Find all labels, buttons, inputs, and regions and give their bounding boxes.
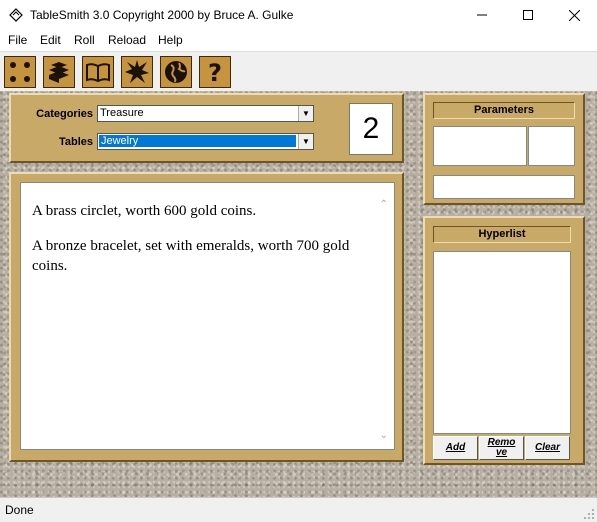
close-button[interactable]	[551, 0, 597, 30]
globe-icon	[165, 61, 187, 83]
minimize-icon	[477, 14, 487, 16]
help-button[interactable]: ?	[199, 56, 231, 88]
toolbar: ?	[0, 51, 597, 91]
chevron-down-icon: ▼	[298, 134, 313, 149]
parameter-field[interactable]	[433, 126, 527, 166]
window-title: TableSmith 3.0 Copyright 2000 by Bruce A…	[30, 8, 294, 22]
open-book-icon	[86, 63, 110, 83]
minimize-button[interactable]	[459, 0, 505, 30]
remove-button[interactable]: Remove	[479, 436, 524, 460]
parameters-title: Parameters	[433, 102, 575, 119]
dice-icon	[10, 62, 30, 82]
parameter-field[interactable]	[528, 126, 575, 166]
hyperlist-panel: Hyperlist	[423, 216, 585, 465]
books-icon	[49, 62, 69, 83]
results-text[interactable]: A brass circlet, worth 600 gold coins. A…	[20, 182, 395, 450]
roll-dice-button[interactable]	[4, 56, 36, 88]
result-line: A brass circlet, worth 600 gold coins.	[32, 203, 257, 219]
clear-button[interactable]: Clear	[525, 436, 570, 460]
menu-file[interactable]: File	[8, 33, 27, 47]
svg-text:?: ?	[208, 59, 222, 85]
title-bar: TableSmith 3.0 Copyright 2000 by Bruce A…	[0, 0, 597, 30]
open-table-button[interactable]	[82, 56, 114, 88]
selector-panel: Categories Treasure ▼ Tables Jewelry ▼ 2	[9, 93, 404, 163]
tables-dropdown[interactable]: Jewelry ▼	[97, 133, 314, 150]
help-icon: ?	[208, 59, 222, 85]
tables-value: Jewelry	[99, 135, 296, 147]
categories-value: Treasure	[100, 107, 144, 119]
generate-button[interactable]	[121, 56, 153, 88]
menu-help[interactable]: Help	[158, 33, 183, 47]
parameter-field[interactable]	[433, 175, 575, 199]
tables-label: Tables	[58, 136, 93, 148]
categories-button[interactable]	[43, 56, 75, 88]
categories-label: Categories	[36, 108, 93, 120]
categories-dropdown[interactable]: Treasure ▼	[97, 105, 314, 122]
maximize-icon	[523, 10, 533, 20]
maximize-button[interactable]	[505, 0, 551, 30]
menu-roll[interactable]: Roll	[74, 33, 95, 47]
status-bar: Done	[0, 497, 597, 522]
hyperlist-list[interactable]	[433, 251, 571, 434]
app-icon	[9, 8, 23, 22]
menu-bar: File Edit Roll Reload Help	[0, 30, 597, 51]
menu-reload[interactable]: Reload	[108, 33, 146, 47]
burst-icon	[125, 60, 149, 83]
results-panel: A brass circlet, worth 600 gold coins. A…	[9, 172, 404, 462]
menu-edit[interactable]: Edit	[40, 33, 61, 47]
status-text: Done	[5, 503, 34, 517]
hyperlist-title: Hyperlist	[433, 226, 571, 243]
add-button[interactable]: Add	[433, 436, 478, 460]
scroll-up-icon[interactable]: ⌃	[380, 199, 388, 210]
close-icon	[568, 9, 580, 21]
web-button[interactable]	[160, 56, 192, 88]
chevron-down-icon: ▼	[298, 106, 313, 121]
scroll-down-icon[interactable]: ⌄	[380, 430, 388, 441]
resize-grip-icon[interactable]	[583, 508, 595, 520]
parameters-panel: Parameters	[423, 93, 585, 205]
roll-count-field[interactable]: 2	[349, 103, 393, 155]
result-line: A bronze bracelet, set with emeralds, wo…	[32, 238, 350, 274]
